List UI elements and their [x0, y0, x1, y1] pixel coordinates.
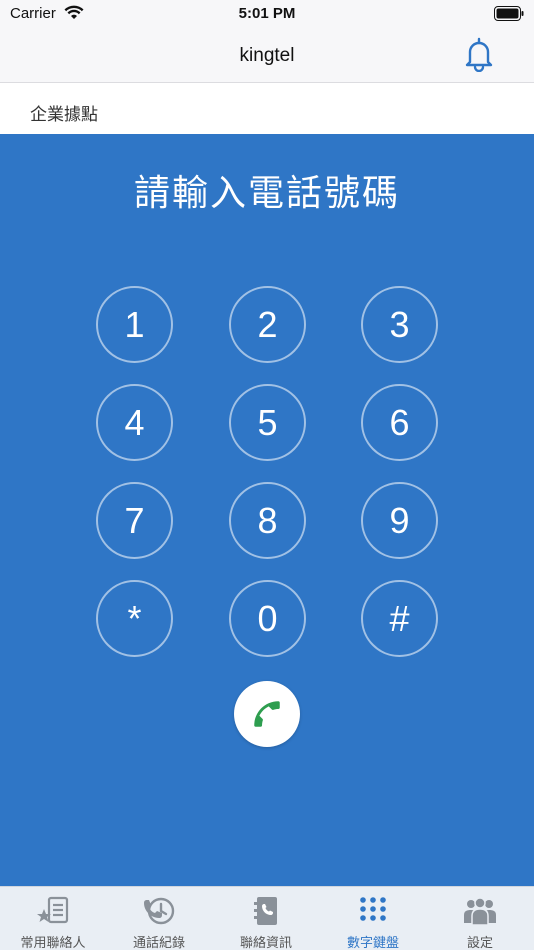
status-bar: Carrier 5:01 PM	[0, 0, 534, 30]
tab-label: 聯絡資訊	[239, 935, 292, 950]
dial-pad-area: 請輸入電話號碼 1 2 3 4 5 6 7 8 9 * 0 #	[0, 134, 534, 886]
tab-label: 常用聯絡人	[20, 935, 86, 950]
clock: 5:01 PM	[238, 5, 296, 22]
contact-book-icon	[254, 897, 277, 925]
people-settings-icon	[464, 897, 496, 926]
key-5[interactable]: 5	[229, 384, 306, 461]
tab-label: 數字鍵盤	[346, 935, 399, 950]
key-2[interactable]: 2	[229, 286, 306, 363]
call-history-icon	[144, 897, 175, 925]
tab-call-history[interactable]: 通話紀錄	[106, 887, 212, 950]
tab-favorites[interactable]: 常用聯絡人	[0, 887, 106, 950]
key-1[interactable]: 1	[96, 286, 173, 363]
tab-bar: 常用聯絡人 通話紀錄 聯絡資訊 數字鍵盤 設定	[0, 886, 534, 950]
key-3[interactable]: 3	[361, 286, 438, 363]
tab-label: 設定	[466, 935, 493, 950]
site-label: 企業據點	[30, 105, 98, 124]
key-6[interactable]: 6	[361, 384, 438, 461]
key-star[interactable]: *	[96, 580, 173, 657]
key-9[interactable]: 9	[361, 482, 438, 559]
key-4[interactable]: 4	[96, 384, 173, 461]
phone-icon	[254, 701, 280, 727]
battery-icon	[494, 6, 524, 21]
site-selector[interactable]: 企業據點	[0, 84, 534, 134]
key-7[interactable]: 7	[96, 482, 173, 559]
dial-prompt: 請輸入電話號碼	[133, 172, 400, 213]
tab-keypad[interactable]: 數字鍵盤	[320, 887, 426, 950]
key-8[interactable]: 8	[229, 482, 306, 559]
tab-label: 通話紀錄	[132, 935, 185, 950]
tab-settings[interactable]: 設定	[427, 887, 533, 950]
key-0[interactable]: 0	[229, 580, 306, 657]
key-hash[interactable]: #	[361, 580, 438, 657]
tab-contacts[interactable]: 聯絡資訊	[213, 887, 319, 950]
bell-icon[interactable]	[462, 36, 496, 72]
navigation-bar: kingtel	[0, 30, 534, 83]
call-button[interactable]	[234, 681, 300, 747]
app-title: kingtel	[239, 45, 295, 66]
keypad-grid-icon	[360, 897, 386, 921]
star-list-icon	[37, 896, 69, 924]
